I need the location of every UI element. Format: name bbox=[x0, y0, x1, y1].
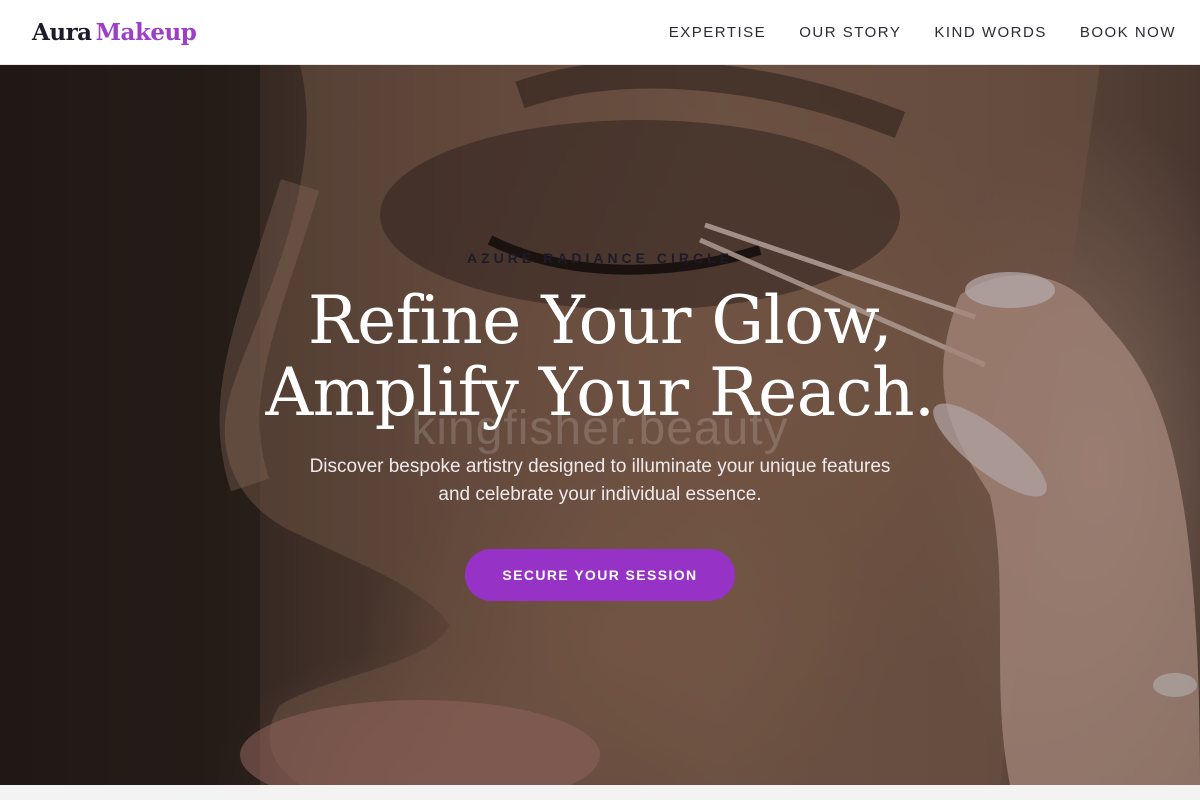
hero-content: AZURE RADIANCE CIRCLE Refine Your Glow, … bbox=[0, 65, 1200, 785]
nav-link-kind-words[interactable]: KIND WORDS bbox=[934, 24, 1047, 41]
brand-logo[interactable]: Aura Makeup bbox=[32, 18, 197, 46]
hero-eyebrow: AZURE RADIANCE CIRCLE bbox=[467, 250, 733, 266]
hero-section: AZURE RADIANCE CIRCLE Refine Your Glow, … bbox=[0, 65, 1200, 785]
brand-name-primary: Aura bbox=[32, 18, 92, 46]
photo-watermark: kingfisher.beauty bbox=[411, 402, 789, 455]
page-bottom-strip bbox=[0, 785, 1200, 800]
top-navbar: Aura Makeup EXPERTISE OUR STORY KIND WORD… bbox=[0, 0, 1200, 65]
nav-link-our-story[interactable]: OUR STORY bbox=[799, 24, 901, 41]
nav-link-book-now[interactable]: BOOK NOW bbox=[1080, 24, 1176, 41]
hero-subtitle-line1: Discover bespoke artistry designed to il… bbox=[309, 456, 891, 477]
main-nav: EXPERTISE OUR STORY KIND WORDS BOOK NOW bbox=[669, 24, 1176, 41]
brand-name-accent: Makeup bbox=[95, 18, 197, 46]
secure-session-button[interactable]: SECURE YOUR SESSION bbox=[465, 549, 735, 601]
hero-subtitle-line2: and celebrate your individual essence. bbox=[438, 484, 762, 505]
nav-link-expertise[interactable]: EXPERTISE bbox=[669, 24, 766, 41]
hero-subtitle: Discover bespoke artistry designed to il… bbox=[260, 453, 940, 509]
hero-headline-line1: Refine Your Glow, bbox=[307, 282, 893, 359]
